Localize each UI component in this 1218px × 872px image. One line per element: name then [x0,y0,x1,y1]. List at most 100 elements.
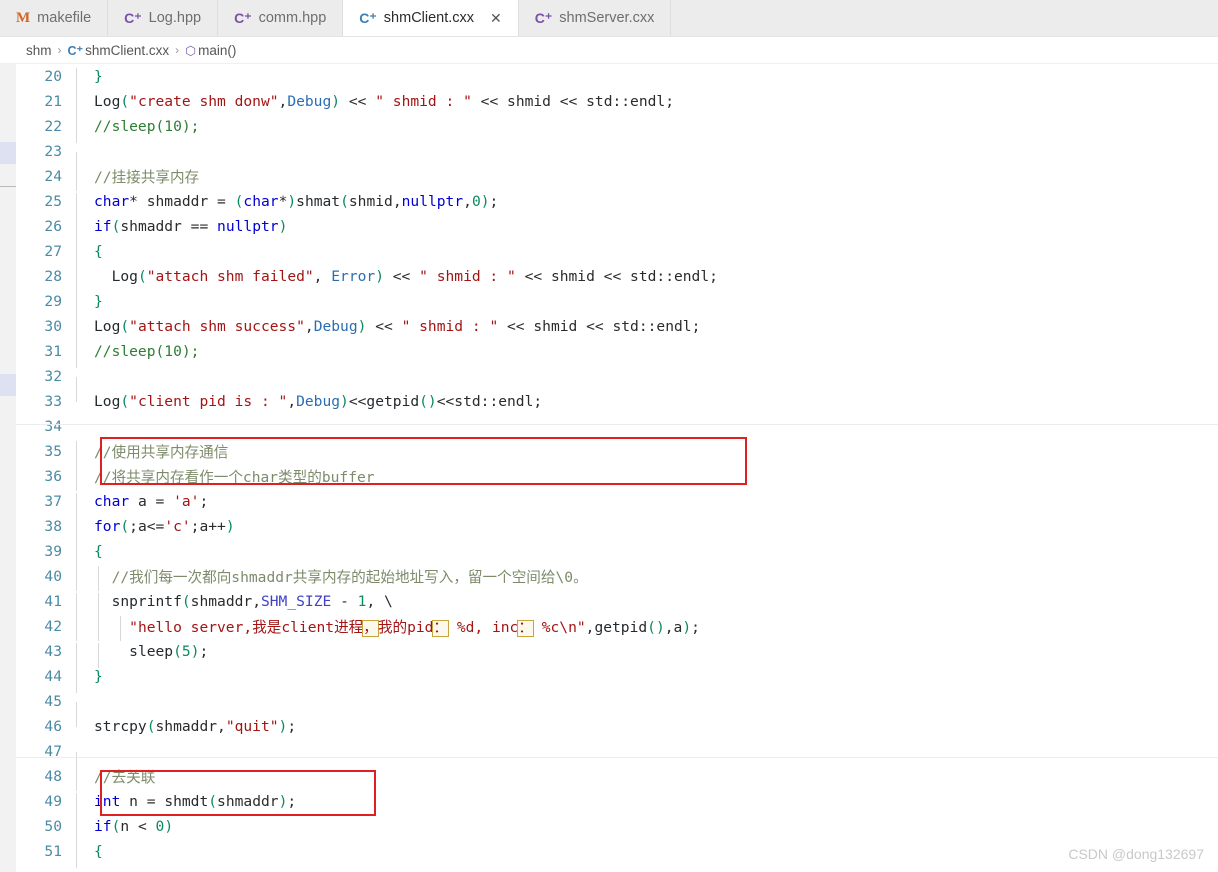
code-line[interactable]: 30 Log("attach shm success",Debug) << " … [16,314,1218,343]
line-content[interactable]: "hello server,我是client进程，我的pid： %d, inc：… [76,616,1218,641]
token-shmaddr: shmaddr [217,793,279,810]
code-line[interactable]: 20 } [16,64,1218,93]
token-std-endl: std::endl [612,318,692,335]
tab-log-hpp[interactable]: C⁺ Log.hpp [108,0,219,36]
line-number: 41 [44,593,62,610]
indent-guide [76,616,77,641]
line-content[interactable]: strcpy(shmaddr,"quit"); [76,718,1218,735]
code-line[interactable]: 46 strcpy(shmaddr,"quit"); [16,714,1218,739]
line-number: 26 [44,218,62,235]
token-getpid: getpid [366,393,420,410]
line-content[interactable]: for(;a<='c';a++) [76,518,1218,543]
line-content[interactable]: if(shmaddr == nullptr) [76,218,1218,243]
token-shmaddr: shmaddr [120,218,182,235]
token-debug: Debug [313,318,358,335]
token-string: "attach shm failed" [146,268,314,285]
code-line[interactable]: 40 //我们每一次都向shmaddr共享内存的起始地址写入，留一个空间给\0。 [16,564,1218,591]
code-line[interactable]: 29 } [16,289,1218,318]
code-line[interactable]: 49 int n = shmdt(shmaddr); [16,789,1218,818]
line-content[interactable]: Log("client pid is : ",Debug)<<getpid()<… [76,393,1218,410]
code-line[interactable]: 22 //sleep(10); [16,114,1218,143]
line-content[interactable]: //将共享内存看作一个char类型的buffer [76,466,1218,491]
code-line[interactable]: 51 { [16,839,1218,868]
line-number: 44 [44,668,62,685]
line-content[interactable]: { [76,843,1218,868]
line-number: 29 [44,293,62,310]
code-line[interactable]: 48 //去关联 [16,764,1218,791]
code-line[interactable]: 47 [16,739,1218,777]
line-number: 39 [44,543,62,560]
code-line[interactable]: 32 [16,364,1218,402]
token-keyword: char [94,493,130,510]
code-line[interactable]: 21 Log("create shm donw",Debug) << " shm… [16,89,1218,118]
token-shm-size: SHM_SIZE [260,593,332,610]
indent-guide [76,843,77,868]
line-content[interactable]: Log("create shm donw",Debug) << " shmid … [76,93,1218,118]
line-number: 30 [44,318,62,335]
code-line[interactable]: 50 if(n < 0) [16,814,1218,843]
token-snprintf: snprintf [111,593,182,610]
tab-shmserver-cxx[interactable]: C⁺ shmServer.cxx [518,0,672,36]
line-number: 49 [44,793,62,810]
editor-separator-line [16,757,1218,758]
line-number: 21 [44,93,62,110]
code-line[interactable]: 38 for(;a<='c';a++) [16,514,1218,543]
code-line[interactable]: 35 //使用共享内存通信 [16,439,1218,466]
line-content[interactable]: //sleep(10); [76,118,1218,143]
line-content[interactable]: int n = shmdt(shmaddr); [76,793,1218,818]
line-content[interactable]: } [76,68,1218,93]
token-nullptr: nullptr [217,218,279,235]
line-content[interactable]: snprintf(shmaddr,SHM_SIZE - 1, \ [76,593,1218,618]
line-number: 38 [44,518,62,535]
breadcrumb-item-shmclient[interactable]: C⁺ shmClient.cxx [68,43,170,58]
line-content[interactable]: char a = 'a'; [76,493,1218,518]
line-content[interactable]: //使用共享内存通信 [76,441,1218,466]
breadcrumb-item-shm[interactable]: shm [26,43,52,58]
code-line[interactable]: 27 { [16,239,1218,268]
tab-shmclient-cxx[interactable]: C⁺ shmClient.cxx ✕ [343,0,519,36]
code-line[interactable]: 26 if(shmaddr == nullptr) [16,214,1218,243]
code-line[interactable]: 41 snprintf(shmaddr,SHM_SIZE - 1, \ [16,589,1218,618]
code-line[interactable]: 43 sleep(5); [16,639,1218,668]
code-line[interactable]: 34 [16,414,1218,439]
line-content[interactable]: sleep(5); [76,643,1218,668]
breadcrumb-item-main[interactable]: ⬡ main() [185,43,236,58]
code-line[interactable]: 23 [16,139,1218,177]
line-content[interactable]: { [76,243,1218,268]
line-number: 33 [44,393,62,410]
tab-comm-hpp[interactable]: C⁺ comm.hpp [218,0,344,36]
code-line[interactable]: 42 "hello server,我是client进程，我的pid： %d, i… [16,614,1218,641]
line-content[interactable]: //sleep(10); [76,343,1218,368]
line-content[interactable]: char* shmaddr = (char*)shmat(shmid,nullp… [76,193,1218,218]
token-comment: //去关联 [94,769,156,786]
line-content[interactable]: Log("attach shm failed", Error) << " shm… [76,268,1218,293]
code-line[interactable]: 28 Log("attach shm failed", Error) << " … [16,264,1218,293]
line-content[interactable]: //去关联 [76,766,1218,791]
overview-ruler[interactable] [0,64,17,872]
code-line[interactable]: 36 //将共享内存看作一个char类型的buffer [16,464,1218,491]
token-shmid: shmid [507,93,551,110]
tab-label: comm.hpp [258,10,327,26]
close-icon[interactable]: ✕ [490,11,502,25]
code-line[interactable]: 37 char a = 'a'; [16,489,1218,518]
code-line[interactable]: 39 { [16,539,1218,568]
line-number: 20 [44,68,62,85]
line-content[interactable]: { [76,543,1218,568]
code-line[interactable]: 25 char* shmaddr = (char*)shmat(shmid,nu… [16,189,1218,218]
breadcrumb-separator: › [57,43,62,57]
line-content[interactable]: //我们每一次都向shmaddr共享内存的起始地址写入，留一个空间给\0。 [76,566,1218,591]
code-editor[interactable]: 20 } 21 Log("create shm donw",Debug) << … [0,64,1218,872]
code-line[interactable]: 44 } [16,664,1218,693]
line-content[interactable]: } [76,668,1218,693]
code-line[interactable]: 45 [16,689,1218,727]
code-lines-container[interactable]: 20 } 21 Log("create shm donw",Debug) << … [16,64,1218,872]
code-line[interactable]: 24 //挂接共享内存 [16,164,1218,191]
line-content[interactable]: //挂接共享内存 [76,166,1218,191]
code-line[interactable]: 33 Log("client pid is : ",Debug)<<getpid… [16,389,1218,414]
line-content[interactable]: Log("attach shm success",Debug) << " shm… [76,318,1218,343]
line-content[interactable]: } [76,293,1218,318]
tab-makefile[interactable]: M makefile [0,0,109,36]
line-content[interactable]: if(n < 0) [76,818,1218,843]
token-log: Log [111,268,138,285]
code-line[interactable]: 31 //sleep(10); [16,339,1218,368]
